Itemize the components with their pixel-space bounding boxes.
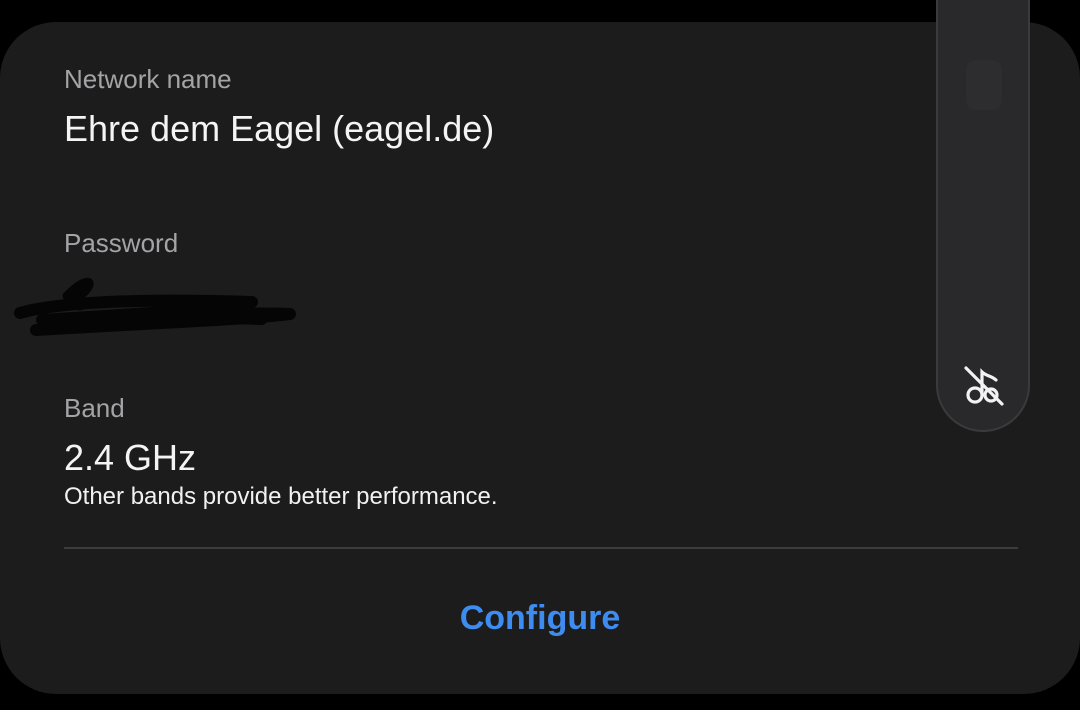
band-label: Band — [64, 393, 125, 423]
wifi-details-card: Network name Ehre dem Eagel (eagel.de) P… — [0, 22, 1080, 694]
band-field: Band 2.4 GHz Other bands provide better … — [64, 393, 498, 511]
configure-button[interactable]: Configure — [0, 590, 1080, 646]
network-name-value: Ehre dem Eagel (eagel.de) — [64, 108, 495, 149]
divider — [64, 547, 1018, 549]
redaction-scribble — [14, 277, 296, 336]
band-value: 2.4 GHz — [64, 437, 197, 478]
network-name-field: Network name Ehre dem Eagel (eagel.de) — [64, 64, 494, 150]
volume-slider-thumb[interactable] — [966, 60, 1002, 110]
music-off-icon[interactable] — [962, 364, 1006, 408]
password-field: Password — [64, 228, 178, 258]
password-label: Password — [64, 228, 179, 258]
band-note: Other bands provide better performance. — [64, 483, 498, 510]
network-name-label: Network name — [64, 64, 232, 94]
